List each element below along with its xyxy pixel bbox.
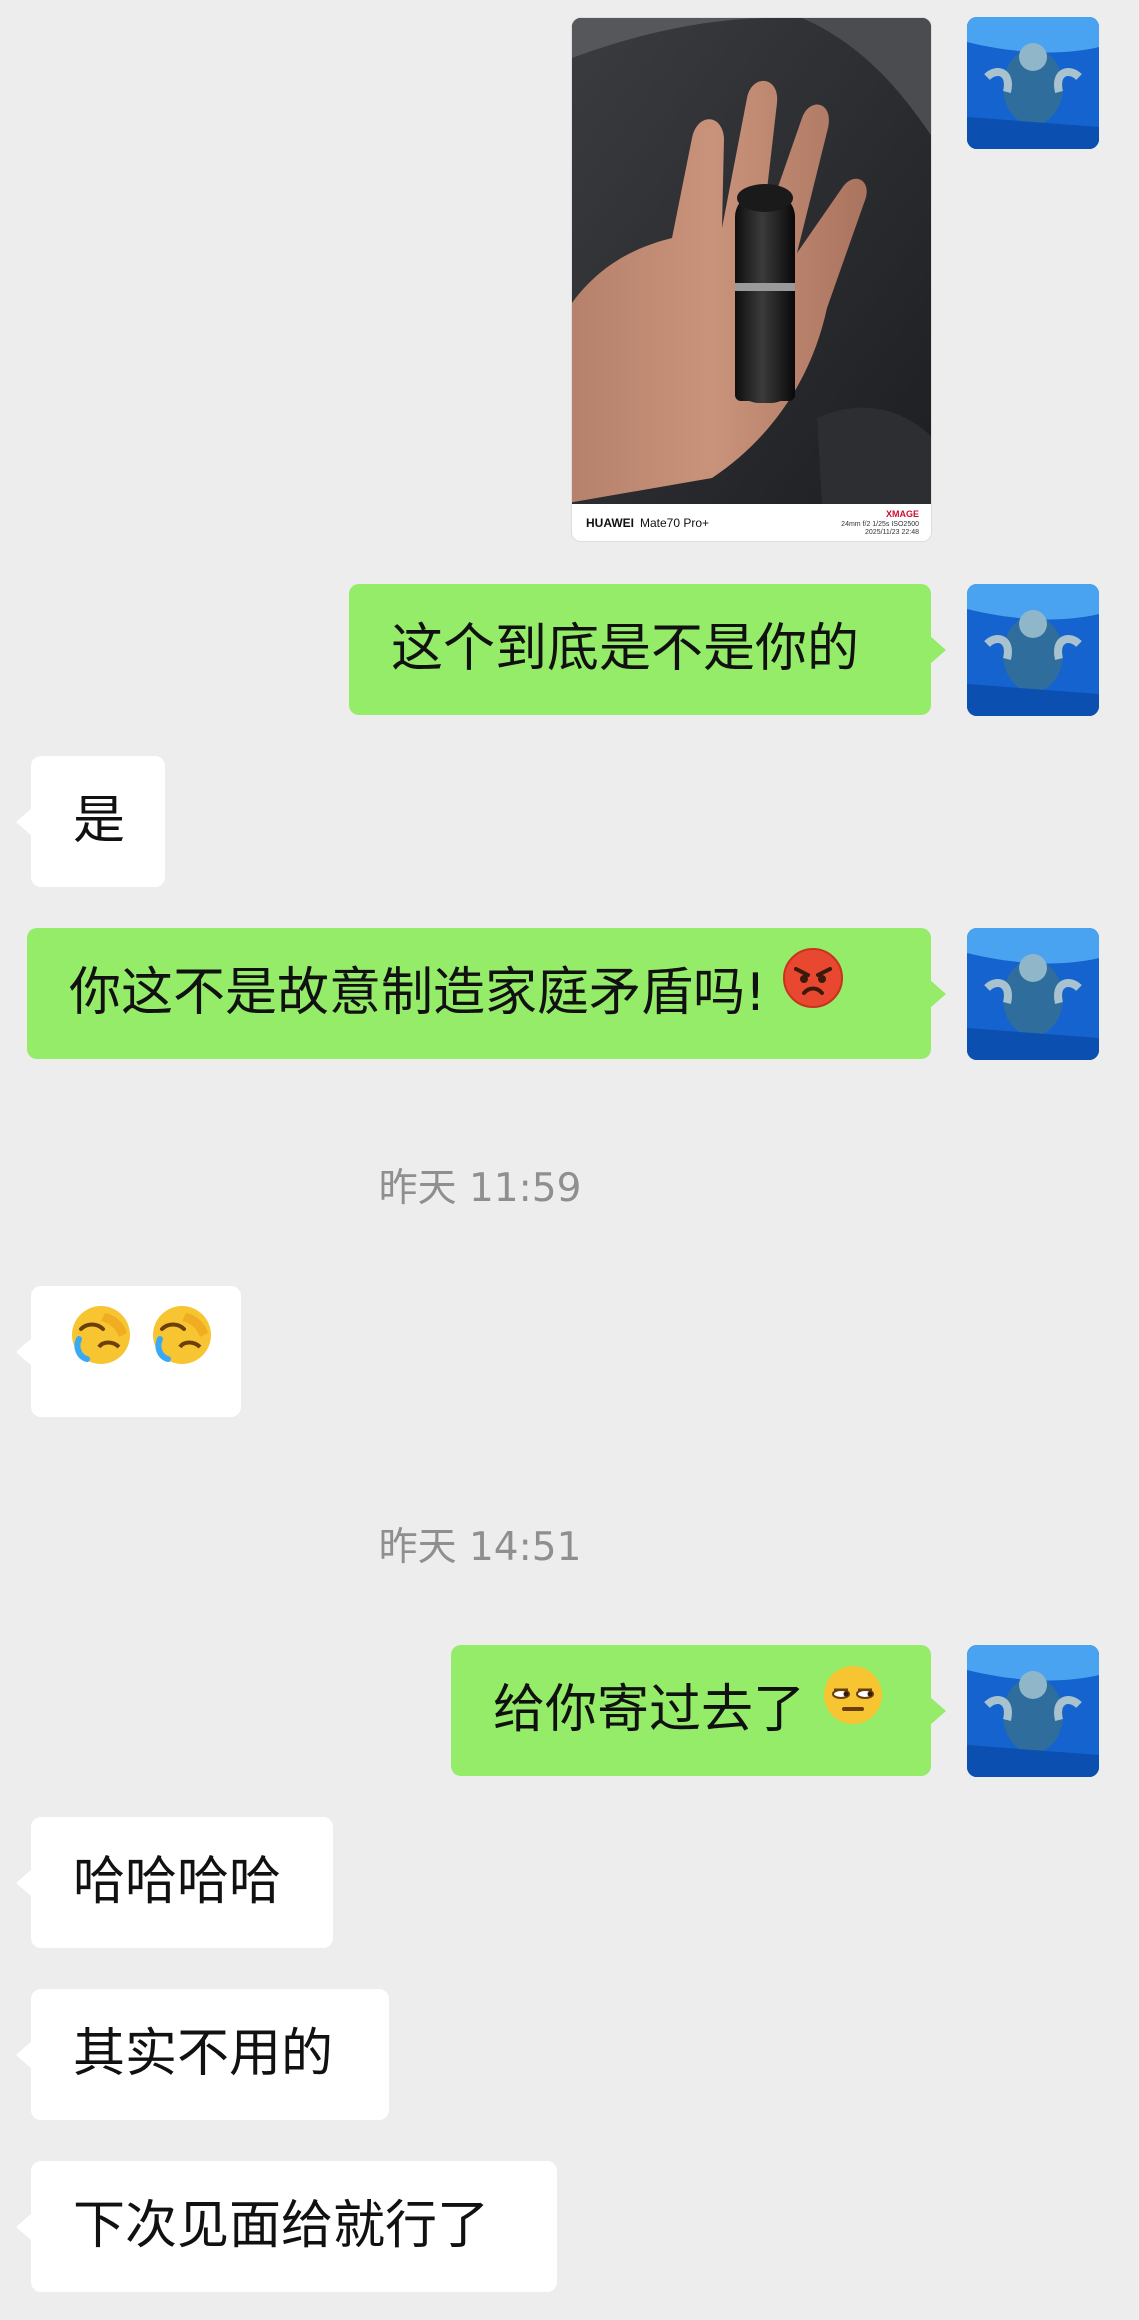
message-image-lipstick[interactable]: HUAWEI Mate70 Pro+ XMAGE 24mm f/2 1/25s … [571, 17, 932, 542]
their-message-bubble[interactable]: 下次见面给就行了 [16, 2161, 557, 2292]
photo-exif-line1: 24mm f/2 1/25s ISO2500 [841, 521, 919, 528]
photo-exif-line2: 2025/11/23 22:48 [865, 529, 919, 536]
photo-brand: HUAWEI [586, 516, 634, 530]
message-text: 给你寄过去了 [493, 1680, 806, 1740]
photo-model: Mate70 Pro+ [640, 516, 710, 530]
their-message-bubble[interactable]: 哈哈哈哈 [16, 1817, 333, 1948]
their-message-bubble[interactable]: 其实不用的 [16, 1989, 389, 2120]
face-palm-crying-icon [69, 1285, 133, 1416]
my-message-bubble[interactable]: 给你寄过去了 [451, 1644, 946, 1776]
side-eye-face-icon [822, 1644, 884, 1775]
my-avatar[interactable] [967, 17, 1099, 149]
face-palm-crying-icon [150, 1285, 214, 1416]
my-avatar[interactable] [967, 1645, 1099, 1777]
message-text: 这个到底是不是你的 [391, 619, 860, 679]
message-text: 哈哈哈哈 [73, 1852, 282, 1912]
my-message-bubble[interactable]: 这个到底是不是你的 [349, 584, 946, 715]
message-text: 是 [73, 791, 126, 851]
chat-timestamp: 昨天 11:59 [378, 1166, 582, 1211]
photo-logo: XMAGE [885, 509, 919, 519]
message-text: 下次见面给就行了 [73, 2196, 490, 2256]
chat-timestamp: 昨天 14:51 [378, 1525, 582, 1570]
angry-face-icon [782, 927, 844, 1058]
message-text: 你这不是故意制造家庭矛盾吗! [69, 963, 766, 1023]
my-avatar[interactable] [967, 584, 1099, 716]
their-message-bubble[interactable] [16, 1285, 241, 1417]
photo-exif: 24mm f/2 1/25s ISO2500 2025/11/23 22:48 [841, 521, 919, 537]
photo-watermark-caption: HUAWEI Mate70 Pro+ XMAGE 24mm f/2 1/25s … [572, 504, 931, 541]
their-message-bubble[interactable]: 是 [16, 756, 165, 887]
message-text: 其实不用的 [73, 2024, 334, 2084]
my-message-bubble[interactable]: 你这不是故意制造家庭矛盾吗! [27, 927, 946, 1059]
photo-scene [572, 18, 931, 504]
my-avatar[interactable] [967, 928, 1099, 1060]
